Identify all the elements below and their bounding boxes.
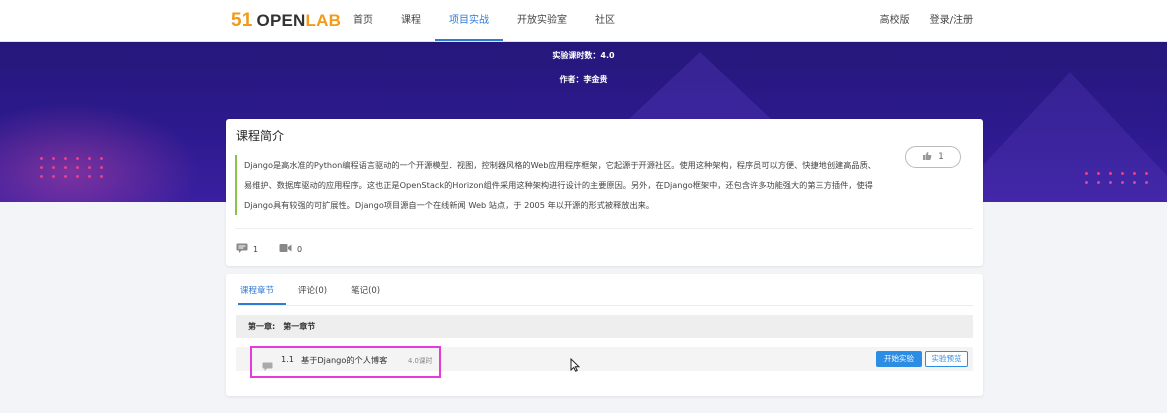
chapter-heading: 第一章: 第一章节: [236, 315, 973, 338]
preview-lab-button[interactable]: 实验预览: [925, 351, 968, 367]
divider: [235, 228, 973, 229]
course-chapters-card: 课程章节 评论(0) 笔记(0) 第一章: 第一章节 1.1 基于Django的…: [226, 274, 983, 396]
nav-right: 高校版 登录/注册: [870, 0, 983, 41]
logo-number: 51: [231, 10, 253, 31]
site-logo[interactable]: 51 OPEN LAB: [231, 10, 341, 32]
intro-description: Django是高水准的Python编程语言驱动的一个开源模型．视图，控制器风格的…: [235, 155, 884, 215]
nav-item-open-lab[interactable]: 开放实验室: [503, 0, 581, 41]
author: 作者：李金贵: [559, 75, 608, 84]
nav-item-home[interactable]: 首页: [339, 0, 387, 41]
video-count: 0: [297, 244, 303, 254]
comment-stat: 1: [236, 243, 258, 255]
nav-item-courses[interactable]: 课程: [387, 0, 435, 41]
lesson-highlight-box: [250, 346, 441, 378]
main-nav: 首页 课程 项目实战 开放实验室 社区: [339, 0, 629, 41]
nav-item-university[interactable]: 高校版: [870, 0, 920, 41]
comment-icon: [236, 243, 248, 255]
banner-dots: [40, 157, 106, 178]
course-tabs: 课程章节 评论(0) 笔记(0): [238, 281, 392, 307]
logo-lab: LAB: [305, 11, 342, 30]
video-icon: [279, 243, 292, 255]
nav-item-projects[interactable]: 项目实战: [435, 0, 503, 41]
logo-open: OPEN: [256, 11, 306, 30]
mouse-cursor-icon: [570, 357, 581, 376]
lab-hours: 实验课时数：4.0: [552, 51, 615, 60]
comment-count: 1: [253, 244, 259, 254]
banner-glow: [0, 102, 200, 202]
tab-comments[interactable]: 评论(0): [286, 281, 339, 303]
intro-title: 课程简介: [236, 129, 285, 143]
thumbs-up-icon: [922, 151, 932, 164]
start-lab-button[interactable]: 开始实验: [876, 351, 922, 367]
course-intro-card: 课程简介 Django是高水准的Python编程语言驱动的一个开源模型．视图，控…: [226, 119, 983, 266]
tab-notes[interactable]: 笔记(0): [339, 281, 392, 303]
top-navbar: 51 OPEN LAB 首页 课程 项目实战 开放实验室 社区 高校版 登录/注…: [0, 0, 1167, 42]
like-button[interactable]: 1: [905, 146, 961, 168]
tab-chapters[interactable]: 课程章节: [238, 281, 287, 305]
login-register-link[interactable]: 登录/注册: [920, 0, 983, 41]
nav-item-community[interactable]: 社区: [581, 0, 629, 41]
banner-dots: [1085, 172, 1151, 184]
video-stat: 0: [279, 243, 302, 255]
tabs-divider: [236, 305, 973, 306]
like-count: 1: [938, 152, 944, 162]
